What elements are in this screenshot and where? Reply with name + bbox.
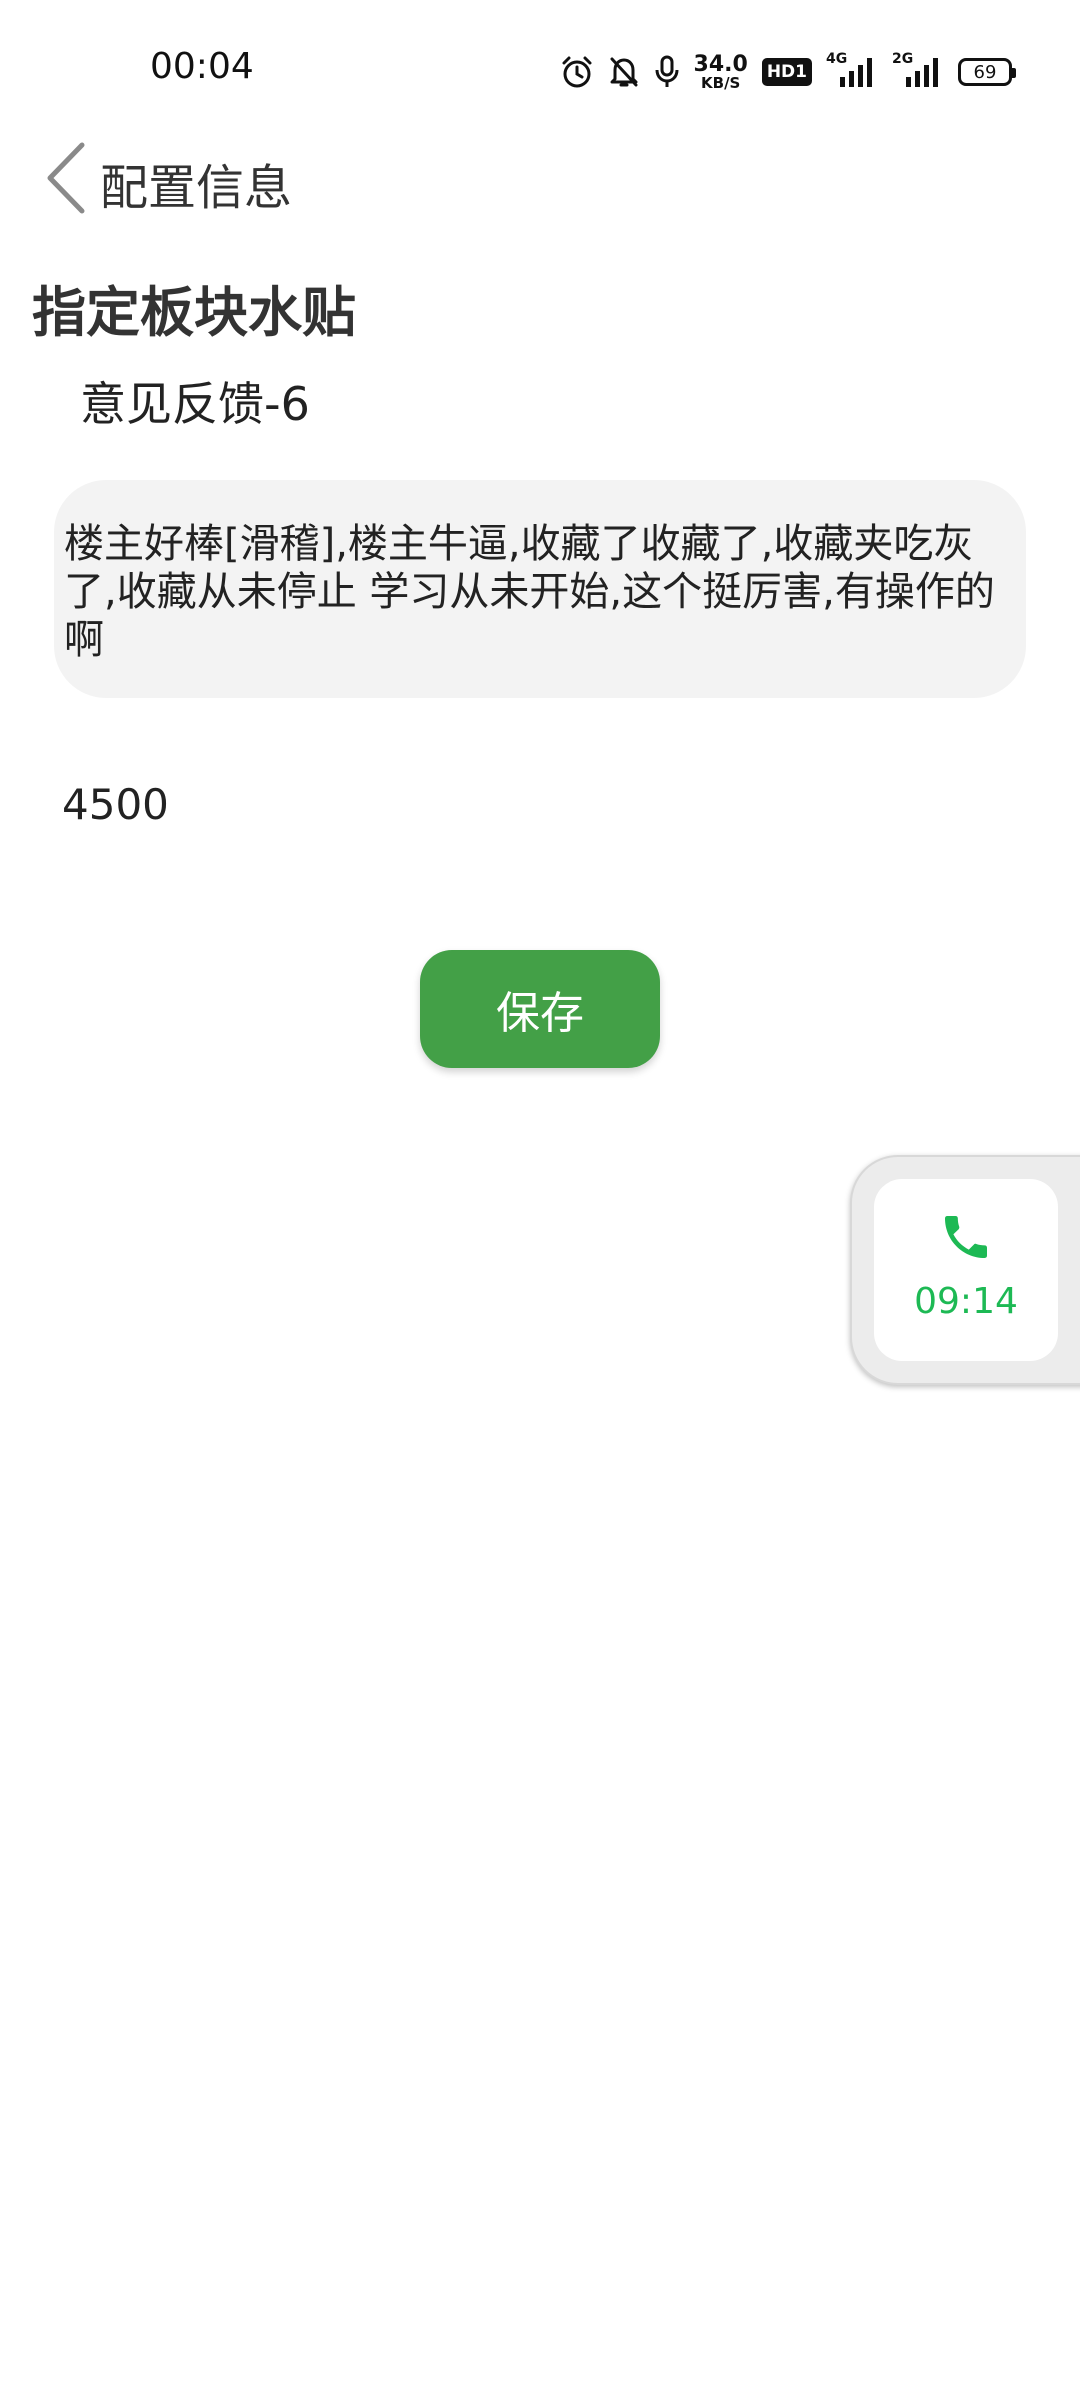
signal-2g-label: 2G: [892, 51, 914, 67]
status-icons: 34.0 KB/S HD1 4G 2G 69: [560, 51, 1016, 92]
interval-field[interactable]: 4500: [62, 780, 169, 829]
battery-icon: 69: [958, 58, 1016, 86]
alarm-icon: [560, 55, 594, 89]
net-speed-value: 34.0: [693, 51, 748, 77]
content-text-field[interactable]: 楼主好棒[滑稽],楼主牛逼,收藏了收藏了,收藏夹吃灰了,收藏从未停止 学习从未开…: [54, 480, 1026, 698]
signal-4g-icon: 4G: [826, 51, 878, 89]
mute-bell-icon: [608, 55, 640, 89]
signal-4g-label: 4G: [826, 51, 848, 67]
save-button[interactable]: 保存: [420, 950, 660, 1068]
microphone-icon: [654, 55, 680, 89]
battery-level: 69: [973, 61, 997, 83]
signal-2g-icon: 2G: [892, 51, 944, 89]
net-speed-unit: KB/S: [701, 73, 741, 92]
call-card[interactable]: 09:14: [874, 1179, 1058, 1361]
phone-icon: [938, 1209, 994, 1269]
page-title: 配置信息: [100, 160, 293, 216]
app-header: 配置信息: [0, 130, 1080, 230]
chevron-left-icon: [47, 142, 85, 214]
status-bar: 00:04 34.0 KB/S HD1 4G 2G 69: [0, 0, 1080, 140]
hd-badge: HD1: [761, 58, 812, 86]
status-time: 00:04: [150, 46, 254, 87]
board-name[interactable]: 意见反馈-6: [80, 368, 310, 434]
section-title: 指定板块水贴: [32, 281, 356, 344]
call-duration: 09:14: [914, 1281, 1018, 1322]
floating-call-widget[interactable]: 09:14: [850, 1155, 1080, 1385]
net-speed: 34.0 KB/S: [693, 51, 748, 92]
back-button[interactable]: [36, 138, 96, 218]
